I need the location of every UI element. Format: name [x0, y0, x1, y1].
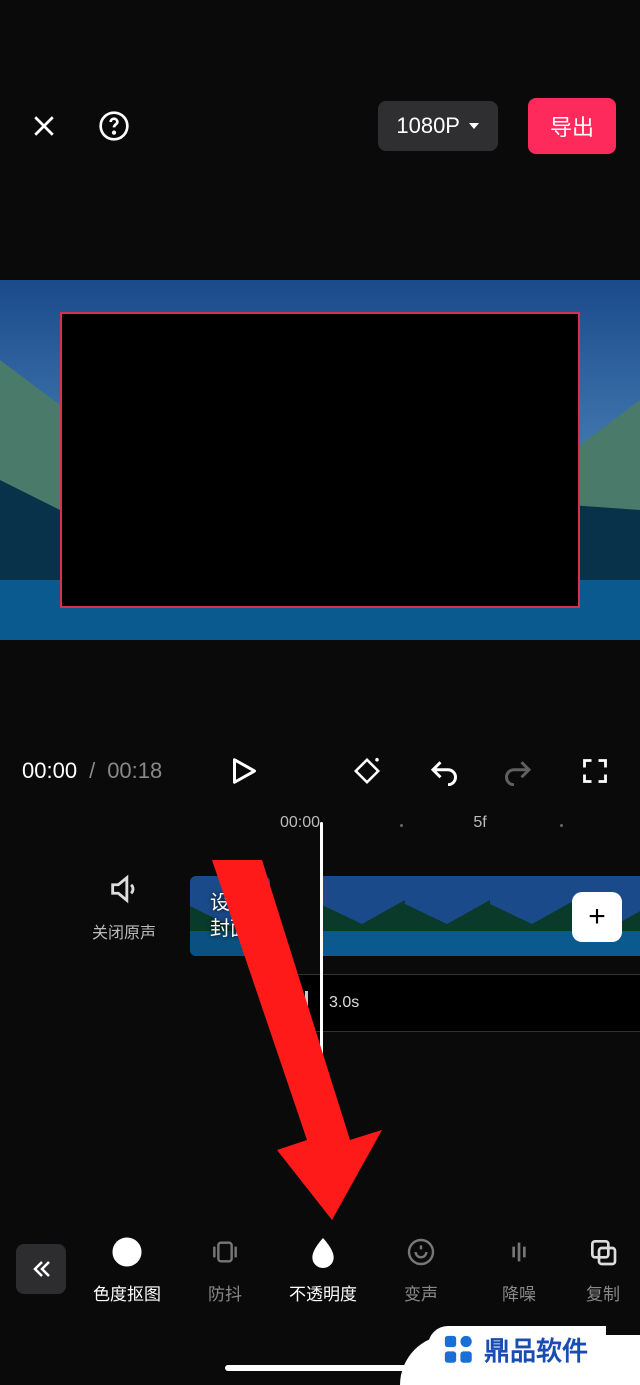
ruler-tick-5f: 5f	[473, 814, 486, 832]
time-current: 00:00	[22, 758, 77, 784]
watermark: 鼎品软件	[428, 1326, 606, 1373]
time-total: 00:18	[107, 758, 162, 784]
watermark-logo-icon	[442, 1333, 476, 1367]
tool-stabilize[interactable]: 防抖	[176, 1234, 274, 1305]
tool-label: 降噪	[502, 1280, 536, 1305]
ruler-dot	[400, 824, 403, 827]
cover-label: 设置 封面	[210, 890, 250, 942]
keyframe-icon[interactable]	[344, 748, 390, 794]
playback-bar: 00:00 / 00:18	[0, 736, 640, 806]
clip-thumb	[490, 876, 575, 956]
clip-duration: 3.0s	[329, 994, 359, 1012]
set-cover-button[interactable]: 设置 封面	[190, 876, 270, 956]
chevron-down-icon	[468, 120, 480, 132]
mute-original-audio[interactable]: 关闭原声	[92, 872, 156, 943]
close-icon[interactable]	[24, 106, 64, 146]
tool-copy[interactable]: 复制	[568, 1234, 638, 1305]
opacity-icon	[305, 1234, 341, 1270]
quality-selector[interactable]: 1080P	[378, 101, 498, 151]
watermark-text: 鼎品软件	[484, 1331, 588, 1368]
preview-area[interactable]	[0, 280, 640, 640]
help-icon[interactable]	[94, 106, 134, 146]
ruler-dot	[560, 824, 563, 827]
tool-opacity[interactable]: 不透明度	[274, 1234, 372, 1305]
collapse-toolbar-button[interactable]	[16, 1244, 66, 1294]
clip-thumb	[405, 876, 490, 956]
play-button[interactable]	[216, 745, 268, 797]
tool-denoise[interactable]: 降噪	[470, 1234, 568, 1305]
bottom-toolbar: 色度抠图 防抖 不透明度 变声 降噪 复制	[0, 1209, 640, 1329]
export-button[interactable]: 导出	[528, 98, 616, 154]
tool-label: 复制	[586, 1280, 620, 1305]
timeline-area[interactable]: 关闭原声 设置 封面 + 3.0s	[0, 850, 640, 1070]
tool-label: 色度抠图	[93, 1280, 161, 1305]
tool-chroma-key[interactable]: 色度抠图	[78, 1234, 176, 1305]
speaker-icon	[107, 872, 141, 906]
denoise-icon	[501, 1234, 537, 1270]
home-indicator	[225, 1365, 415, 1371]
chroma-key-icon	[109, 1234, 145, 1270]
ruler-tick-0: 00:00	[280, 814, 320, 832]
copy-icon	[585, 1234, 621, 1270]
playhead[interactable]	[320, 822, 323, 1062]
redo-icon[interactable]	[496, 748, 542, 794]
header-bar: 1080P 导出	[0, 0, 640, 172]
add-clip-button[interactable]: +	[572, 892, 622, 942]
tool-label: 防抖	[208, 1280, 242, 1305]
undo-icon[interactable]	[420, 748, 466, 794]
overlay-selection[interactable]	[60, 312, 580, 608]
voice-change-icon	[403, 1234, 439, 1270]
overlay-track[interactable]: 3.0s	[286, 974, 640, 1032]
clip-handle-left[interactable]	[287, 975, 321, 1031]
tool-voice-change[interactable]: 变声	[372, 1234, 470, 1305]
clip-thumb	[320, 876, 405, 956]
tool-label: 不透明度	[289, 1280, 357, 1305]
tool-label: 变声	[404, 1280, 438, 1305]
time-separator: /	[89, 758, 95, 784]
mute-label: 关闭原声	[92, 919, 156, 943]
quality-label: 1080P	[396, 113, 460, 139]
stabilize-icon	[207, 1234, 243, 1270]
fullscreen-icon[interactable]	[572, 748, 618, 794]
